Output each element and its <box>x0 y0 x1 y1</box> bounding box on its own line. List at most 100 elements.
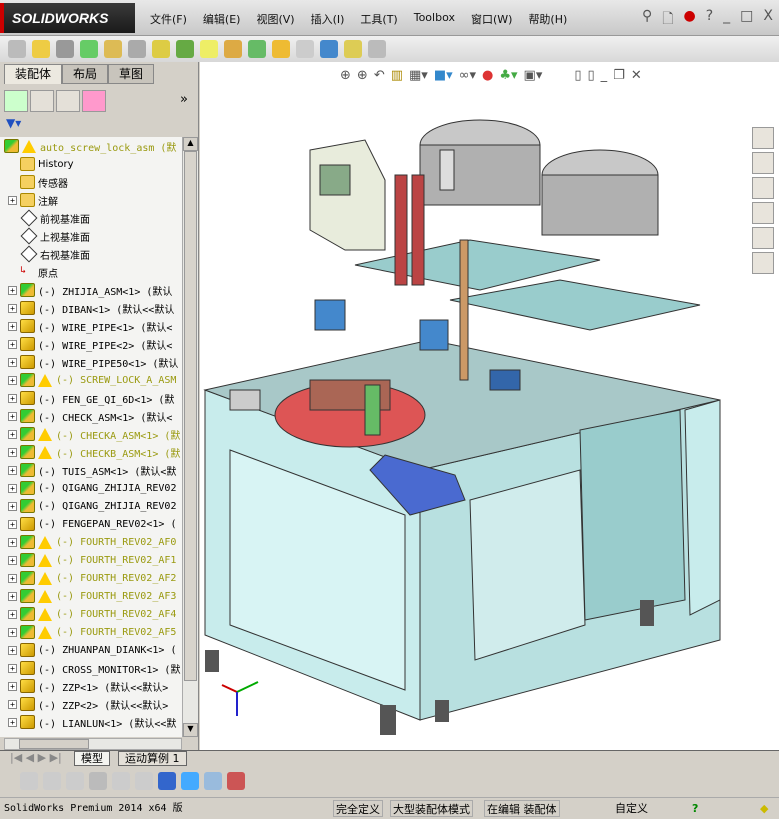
tree-item[interactable]: + (-) CHECKA_ASM<1> (默 <box>0 425 180 443</box>
minimize-button[interactable]: _ <box>723 8 730 32</box>
tree-horizontal-scrollbar[interactable] <box>4 738 182 750</box>
insert-component-icon[interactable] <box>32 40 50 58</box>
solidworks-logo[interactable]: SOLIDWORKS <box>0 3 135 33</box>
configuration-manager-icon[interactable] <box>56 90 80 112</box>
axis-icon[interactable] <box>158 772 176 790</box>
tree-item[interactable]: + (-) QIGANG_ZHIJIA_REV02 <box>0 497 176 515</box>
assembly-features-icon[interactable] <box>176 40 194 58</box>
tree-item[interactable]: 上视基准面 <box>0 227 90 245</box>
assembly-3d-model[interactable] <box>200 62 750 750</box>
expand-icon[interactable]: + <box>8 645 17 655</box>
expand-icon[interactable]: + <box>8 591 17 601</box>
expand-icon[interactable]: + <box>8 501 17 511</box>
tree-item[interactable]: + (-) FEN_GE_QI_6D<1> (默 <box>0 389 174 407</box>
tree-item[interactable]: + (-) FOURTH_REV02_AF1 <box>0 551 176 569</box>
menu-window[interactable]: 窗口(W) <box>471 11 512 27</box>
align-icon[interactable] <box>135 772 153 790</box>
expand-icon[interactable]: + <box>8 681 17 691</box>
tree-item[interactable]: + (-) DIBAN<1> (默认<<默认 <box>0 299 174 317</box>
tree-item[interactable]: + (-) LIANLUN<1> (默认<<默 <box>0 713 176 731</box>
expand-icon[interactable]: + <box>8 663 17 673</box>
help-icon[interactable]: ? <box>692 800 698 817</box>
expand-icon[interactable]: + <box>8 339 17 349</box>
tree-item[interactable]: ↳ 原点 <box>0 263 58 281</box>
tree-item[interactable]: + (-) ZHIJIA_ASM<1> (默认 <box>0 281 172 299</box>
menu-file[interactable]: 文件(F) <box>150 11 187 27</box>
tab-sketch[interactable]: 草图 <box>108 64 155 84</box>
shaded-view-icon[interactable] <box>181 772 199 790</box>
tree-item[interactable]: + 注解 <box>0 191 58 209</box>
expand-icon[interactable]: + <box>8 447 17 457</box>
expand-icon[interactable]: + <box>8 321 17 331</box>
tree-item[interactable]: + (-) FOURTH_REV02_AF4 <box>0 605 176 623</box>
tab-layout[interactable]: 布局 <box>62 64 109 84</box>
rebuild-traffic-light-icon[interactable]: ● <box>684 8 696 32</box>
tree-item[interactable]: + (-) FOURTH_REV02_AF0 <box>0 533 176 551</box>
expand-icon[interactable]: + <box>8 609 17 619</box>
calculate-icon[interactable] <box>20 772 38 790</box>
tree-item[interactable]: + (-) QIGANG_ZHIJIA_REV02 <box>0 479 176 497</box>
expand-icon[interactable]: + <box>8 429 17 439</box>
view-palette-icon[interactable] <box>752 202 774 224</box>
expand-icon[interactable]: + <box>8 357 17 367</box>
custom-properties-icon[interactable] <box>752 252 774 274</box>
tree-item[interactable]: + (-) WIRE_PIPE<1> (默认< <box>0 317 172 335</box>
tree-item[interactable]: + (-) CHECKB_ASM<1> (默 <box>0 443 180 461</box>
tree-item[interactable]: + (-) WIRE_PIPE<2> (默认< <box>0 335 172 353</box>
close-button[interactable]: X <box>763 8 773 32</box>
design-library-icon[interactable] <box>752 152 774 174</box>
tree-item[interactable]: + (-) FOURTH_REV02_AF3 <box>0 587 176 605</box>
tree-item[interactable]: + (-) ZZP<1> (默认<<默认> <box>0 677 168 695</box>
tab-model[interactable]: 模型 <box>74 751 110 766</box>
more-tabs-button[interactable]: » <box>180 92 188 107</box>
graphics-viewport[interactable]: ⊕ ⊕ ↶ ▥ ▦▾ ■▾ ∞▾ ● ♣▾ ▣▾ ▯ ▯ _ ❐ ✕ <box>200 62 750 750</box>
motion-icon[interactable] <box>66 772 84 790</box>
expand-icon[interactable]: + <box>8 303 17 313</box>
menu-help[interactable]: 帮助(H) <box>528 11 567 27</box>
units-selector[interactable]: 自定义 <box>615 800 648 817</box>
animation-icon[interactable] <box>43 772 61 790</box>
expand-icon[interactable]: + <box>8 483 17 493</box>
filter-icon[interactable]: ▼▾ <box>6 116 21 130</box>
exploded-view-icon[interactable] <box>272 40 290 58</box>
expand-icon[interactable]: + <box>8 699 17 709</box>
explode-line-sketch-icon[interactable] <box>296 40 314 58</box>
help-button[interactable]: ? <box>706 8 713 32</box>
expand-icon[interactable]: + <box>8 393 17 403</box>
expand-icon[interactable]: + <box>8 519 17 529</box>
tree-root[interactable]: auto_screw_lock_asm (默 <box>0 137 176 155</box>
expand-icon[interactable]: + <box>8 573 17 583</box>
expand-icon[interactable]: + <box>8 285 17 295</box>
tree-item[interactable]: 传感器 <box>0 173 68 191</box>
clearance-verification-icon[interactable] <box>344 40 362 58</box>
tree-item[interactable]: + (-) CHECK_ASM<1> (默认< <box>0 407 172 425</box>
file-explorer-icon[interactable] <box>752 177 774 199</box>
solidworks-resources-icon[interactable] <box>752 127 774 149</box>
tree-item[interactable]: + (-) TUIS_ASM<1> (默认<默 <box>0 461 176 479</box>
tree-item[interactable]: + (-) CROSS_MONITOR<1> (默 <box>0 659 180 677</box>
mate-icon[interactable] <box>56 40 74 58</box>
expand-icon[interactable]: + <box>8 465 17 475</box>
tab-assembly[interactable]: 装配体 <box>4 64 63 84</box>
bill-of-materials-icon[interactable] <box>248 40 266 58</box>
menu-view[interactable]: 视图(V) <box>256 11 294 27</box>
expand-icon[interactable]: + <box>8 411 17 421</box>
list-icon[interactable] <box>89 772 107 790</box>
display-manager-icon[interactable] <box>82 90 106 112</box>
move-component-icon[interactable] <box>128 40 146 58</box>
tree-item[interactable]: + (-) FOURTH_REV02_AF2 <box>0 569 176 587</box>
pin-icon[interactable]: ⚲ <box>642 8 652 32</box>
reference-geometry-icon[interactable] <box>200 40 218 58</box>
tree-item[interactable]: 前视基准面 <box>0 209 90 227</box>
expand-icon[interactable]: + <box>8 375 17 385</box>
expand-icon[interactable]: + <box>8 717 17 727</box>
show-hidden-icon[interactable] <box>152 40 170 58</box>
expand-icon[interactable]: + <box>8 555 17 565</box>
tree-item[interactable]: + (-) ZHUANPAN_DIANK<1> ( <box>0 641 176 659</box>
menu-insert[interactable]: 插入(I) <box>311 11 345 27</box>
tree-item[interactable]: + (-) FENGEPAN_REV02<1> ( <box>0 515 176 533</box>
table-icon[interactable] <box>204 772 222 790</box>
tree-item[interactable]: + (-) SCREW_LOCK_A_ASM <box>0 371 176 389</box>
tree-item[interactable]: + (-) ZZP<2> (默认<<默认> <box>0 695 168 713</box>
edit-component-icon[interactable] <box>8 40 26 58</box>
